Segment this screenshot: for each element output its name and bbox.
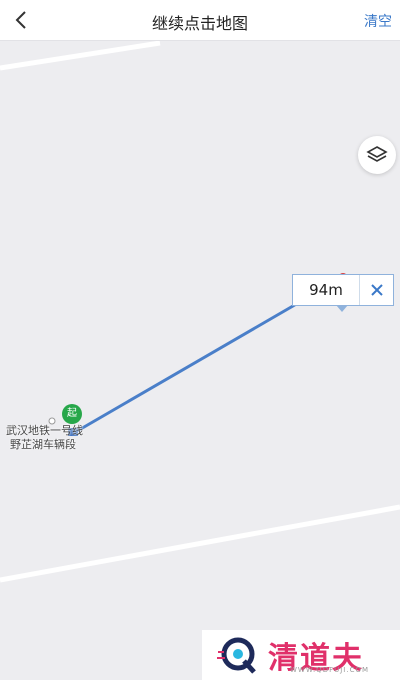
distance-label: 94m [293,275,360,305]
distance-callout: 94m [292,274,394,306]
start-badge: 起 [62,404,82,424]
close-icon [370,284,383,296]
layers-button[interactable] [358,136,396,174]
poi-label-line1: 武汉地铁一号线 [6,424,83,437]
chevron-left-icon [15,11,26,29]
poi-label-line2: 野芷湖车辆段 [10,438,76,451]
poi-label: 武汉地铁一号线 野芷湖车辆段 [6,424,83,452]
remove-point-button[interactable] [360,275,393,305]
callout-pointer [336,305,348,312]
map-road [0,40,161,71]
layers-icon [366,146,388,162]
map-road [0,504,400,583]
watermark: 清道夫 WWW.QDFUJI.COM [202,630,400,680]
clear-button[interactable]: 清空 [364,11,392,31]
map-roads-layer [0,40,400,583]
page-title: 继续点击地图 [151,14,248,33]
watermark-url: WWW.QDFUJI.COM [290,666,370,674]
watermark-logo-icon [217,637,256,674]
back-button[interactable] [6,4,36,36]
map-canvas[interactable]: 94m 起 武汉地铁一号线 野芷湖车辆段 [0,40,400,680]
top-bar: 继续点击地图 清空 [0,0,400,41]
